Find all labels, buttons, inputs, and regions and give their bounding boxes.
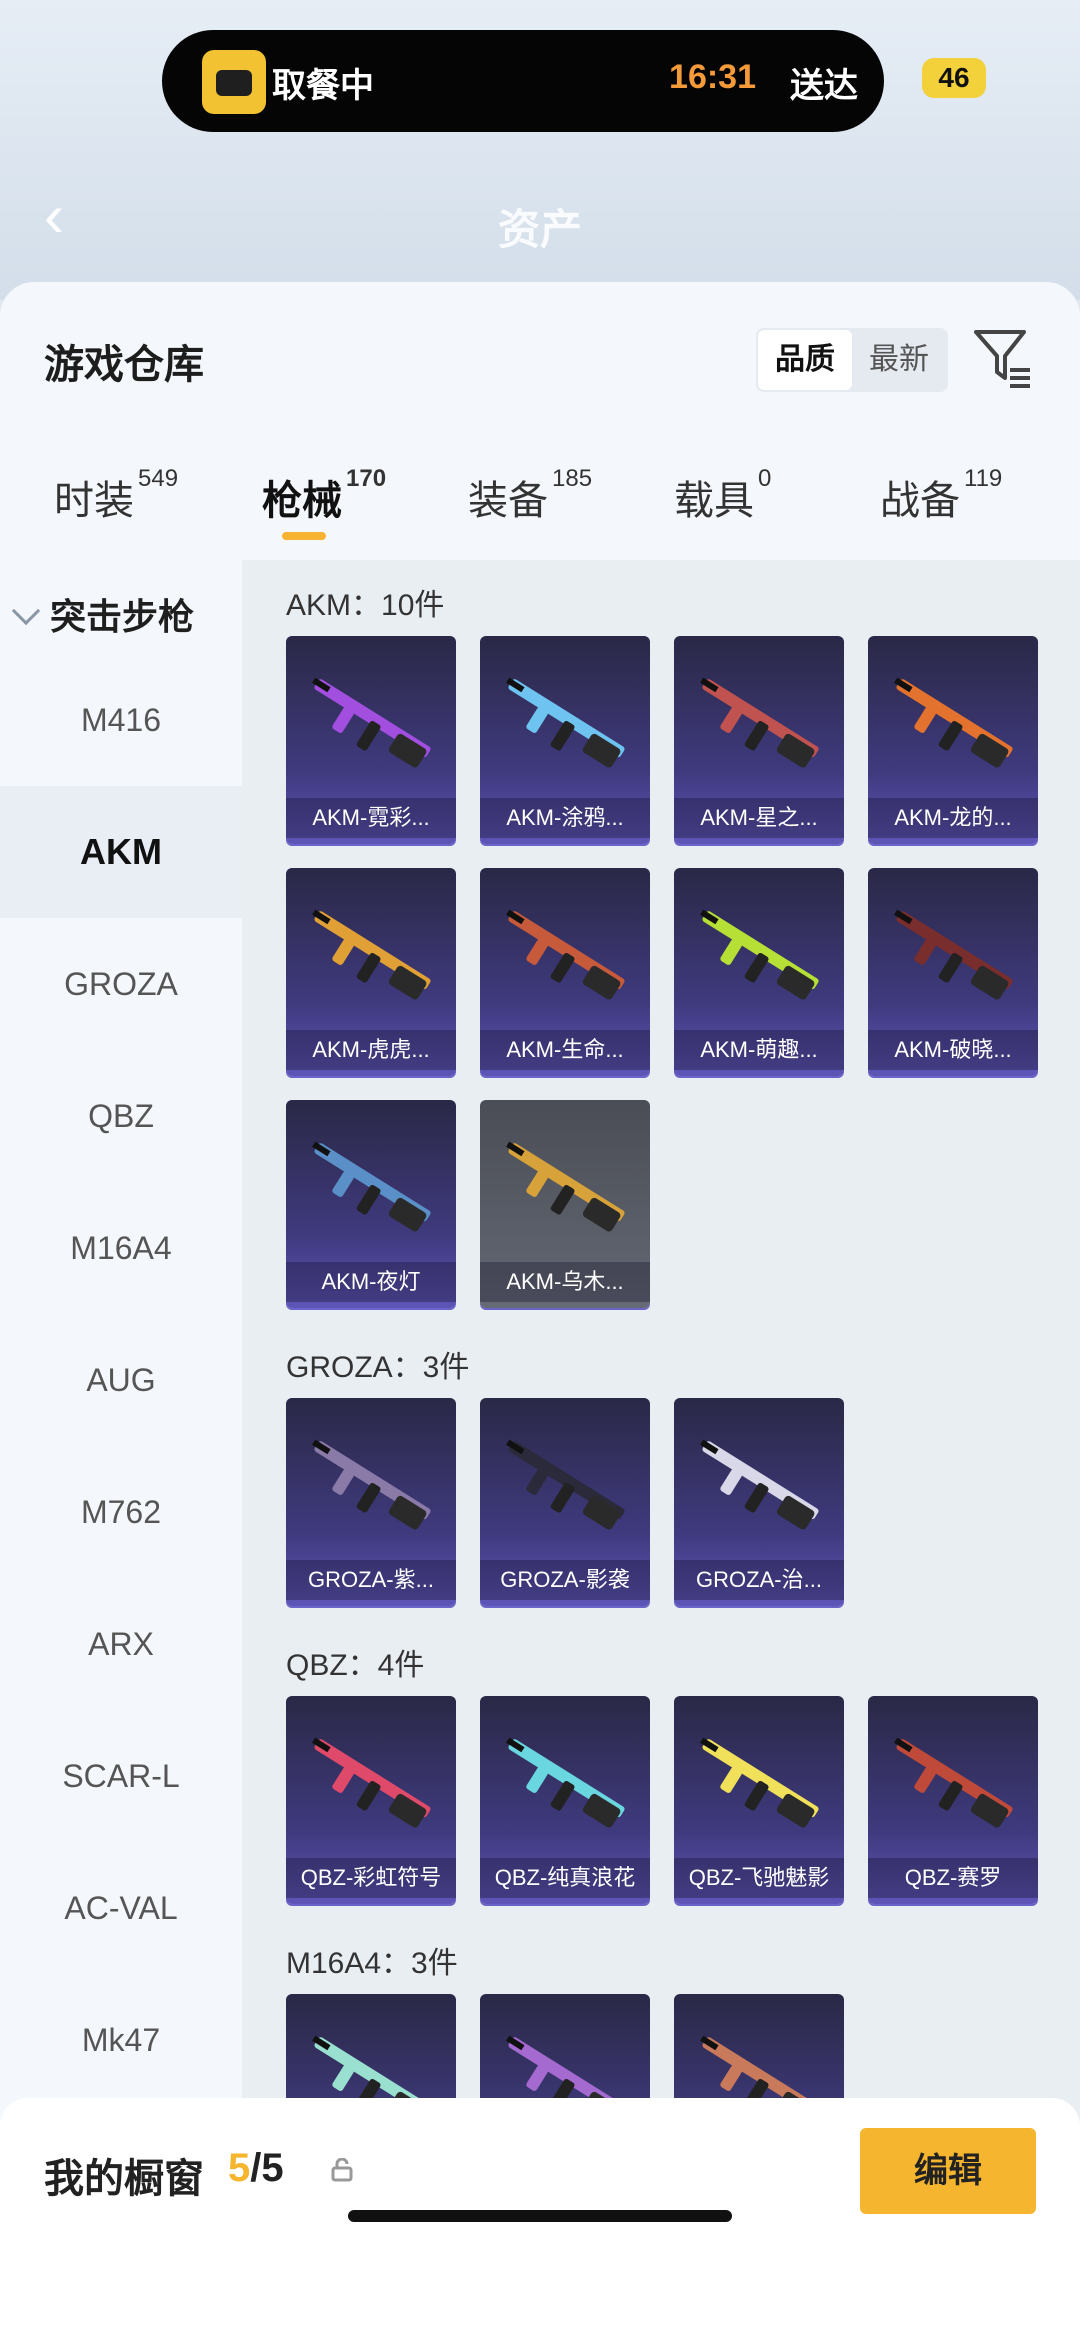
weapon-card[interactable]: GROZA-治... [674, 1398, 844, 1606]
weapon-card-label: AKM-夜灯 [286, 1262, 456, 1302]
tab-indicator [282, 532, 326, 540]
weapon-card-label: AKM-霓彩... [286, 798, 456, 838]
page-title: 资产 [497, 206, 582, 253]
rifle-icon [700, 909, 819, 1000]
category-tabs: 时装549 枪械170 装备185 载具0 战备119 [0, 465, 1080, 548]
battery-indicator: 46 [922, 58, 986, 98]
rifle-icon [312, 1439, 431, 1530]
weapon-card[interactable]: AKM-夜灯 [286, 1100, 456, 1308]
weapon-card[interactable]: AKM-龙的... [868, 636, 1038, 844]
sidebar-item-arx[interactable]: ARX [0, 1578, 242, 1710]
section-title: AKM：10件 [286, 589, 445, 622]
edit-button[interactable]: 编辑 [860, 2128, 1036, 2214]
delivery-icon [202, 50, 266, 114]
rifle-icon [506, 677, 625, 768]
weapon-card[interactable]: GROZA-紫... [286, 1398, 456, 1606]
rifle-icon [312, 1141, 431, 1232]
weapon-card-label: GROZA-治... [674, 1560, 844, 1600]
activity-time: 16:31 [669, 58, 756, 96]
weapon-card-label: AKM-虎虎... [286, 1030, 456, 1070]
weapon-card-label: QBZ-纯真浪花 [480, 1858, 650, 1898]
weapon-card[interactable]: AKM-虎虎... [286, 868, 456, 1076]
weapon-card-label: QBZ-赛罗 [868, 1858, 1038, 1898]
sidebar-item-m762[interactable]: M762 [0, 1446, 242, 1578]
rifle-icon [700, 1737, 819, 1828]
tab-equipment[interactable]: 装备185 [468, 465, 592, 548]
sidebar-item-scar-l[interactable]: SCAR-L [0, 1710, 242, 1842]
sidebar-item-qbz[interactable]: QBZ [0, 1050, 242, 1182]
section-title: QBZ：4件 [286, 1649, 425, 1682]
sidebar-item-groza[interactable]: GROZA [0, 918, 242, 1050]
rifle-icon [312, 1737, 431, 1828]
sidebar-item-m16a4[interactable]: M16A4 [0, 1182, 242, 1314]
weapon-card[interactable]: AKM-生命... [480, 868, 650, 1076]
weapon-card[interactable]: AKM-星之... [674, 636, 844, 844]
weapon-card[interactable]: AKM-破晓... [868, 868, 1038, 1076]
weapon-card[interactable]: QBZ-赛罗 [868, 1696, 1038, 1904]
sidebar-item-mk47[interactable]: Mk47 [0, 1974, 242, 2106]
activity-status: 取餐中 [272, 67, 374, 105]
weapon-card[interactable]: AKM-萌趣... [674, 868, 844, 1076]
weapon-card[interactable]: AKM-霓彩... [286, 636, 456, 844]
rifle-icon [700, 677, 819, 768]
sort-latest[interactable]: 最新 [852, 328, 946, 392]
weapon-card[interactable]: QBZ-彩虹符号 [286, 1696, 456, 1904]
rifle-icon [894, 1737, 1013, 1828]
weapon-card[interactable]: QBZ-飞驰魅影 [674, 1696, 844, 1904]
lock-icon[interactable] [330, 2157, 354, 2182]
warehouse-sheet: 游戏仓库 品质 最新 时装549 枪械170 装备185 载具0 战备119 突… [0, 282, 1080, 2341]
weapon-sidebar: 突击步枪 M416 AKM GROZA QBZ M16A4 AUG M762 ARX SCAR-… [0, 560, 242, 2341]
showcase-title: 我的橱窗 [44, 2157, 204, 2201]
rifle-icon [506, 1439, 625, 1530]
live-activity-pill[interactable]: 取餐中 16:31 送达 [162, 30, 884, 132]
chevron-down-icon [11, 596, 41, 626]
activity-deliver-label: 送达 [790, 67, 858, 105]
weapon-card-label: AKM-星之... [674, 798, 844, 838]
rifle-icon [894, 677, 1013, 768]
weapon-card-label: AKM-乌木... [480, 1262, 650, 1302]
tab-fashion[interactable]: 时装549 [54, 465, 178, 548]
weapon-grid: AKM：10件 AKM-霓彩... AKM-涂鸦... AKM-星之... AKM-龙的… [242, 560, 1080, 2341]
rifle-icon [506, 909, 625, 1000]
rifle-icon [312, 909, 431, 1000]
sidebar-item-aug[interactable]: AUG [0, 1314, 242, 1446]
weapon-card-label: AKM-涂鸦... [480, 798, 650, 838]
sidebar-item-akm[interactable]: AKM [0, 786, 242, 918]
weapon-card-label: AKM-萌趣... [674, 1030, 844, 1070]
filter-icon[interactable] [972, 326, 1032, 390]
weapon-card[interactable]: GROZA-影袭 [480, 1398, 650, 1606]
sort-toggle: 品质 最新 [756, 328, 948, 392]
showcase-count: 5/5 [228, 2146, 284, 2190]
weapon-card[interactable]: AKM-乌木... [480, 1100, 650, 1308]
rifle-icon [312, 677, 431, 768]
sidebar-item-m416[interactable]: M416 [0, 654, 242, 786]
weapon-card[interactable]: AKM-涂鸦... [480, 636, 650, 844]
weapon-card-label: GROZA-紫... [286, 1560, 456, 1600]
weapon-card-label: AKM-生命... [480, 1030, 650, 1070]
sort-quality[interactable]: 品质 [758, 330, 852, 390]
rifle-icon [506, 1141, 625, 1232]
sidebar-group-assault-rifles[interactable]: 突击步枪 [11, 588, 194, 640]
weapon-card-label: QBZ-彩虹符号 [286, 1858, 456, 1898]
section-title: GROZA：3件 [286, 1351, 470, 1384]
weapon-card[interactable]: QBZ-纯真浪花 [480, 1696, 650, 1904]
rifle-icon [700, 1439, 819, 1530]
home-indicator[interactable] [348, 2210, 732, 2222]
rifle-icon [506, 1737, 625, 1828]
weapon-card-label: GROZA-影袭 [480, 1560, 650, 1600]
tab-battle-supplies[interactable]: 战备119 [880, 465, 1002, 548]
weapon-card-label: QBZ-飞驰魅影 [674, 1858, 844, 1898]
weapon-card-label: AKM-破晓... [868, 1030, 1038, 1070]
sidebar-item-ac-val[interactable]: AC-VAL [0, 1842, 242, 1974]
rifle-icon [894, 909, 1013, 1000]
section-title: M16A4：3件 [286, 1947, 458, 1980]
weapon-card-label: AKM-龙的... [868, 798, 1038, 838]
tab-vehicles[interactable]: 载具0 [674, 465, 771, 548]
sheet-title: 游戏仓库 [44, 343, 204, 387]
